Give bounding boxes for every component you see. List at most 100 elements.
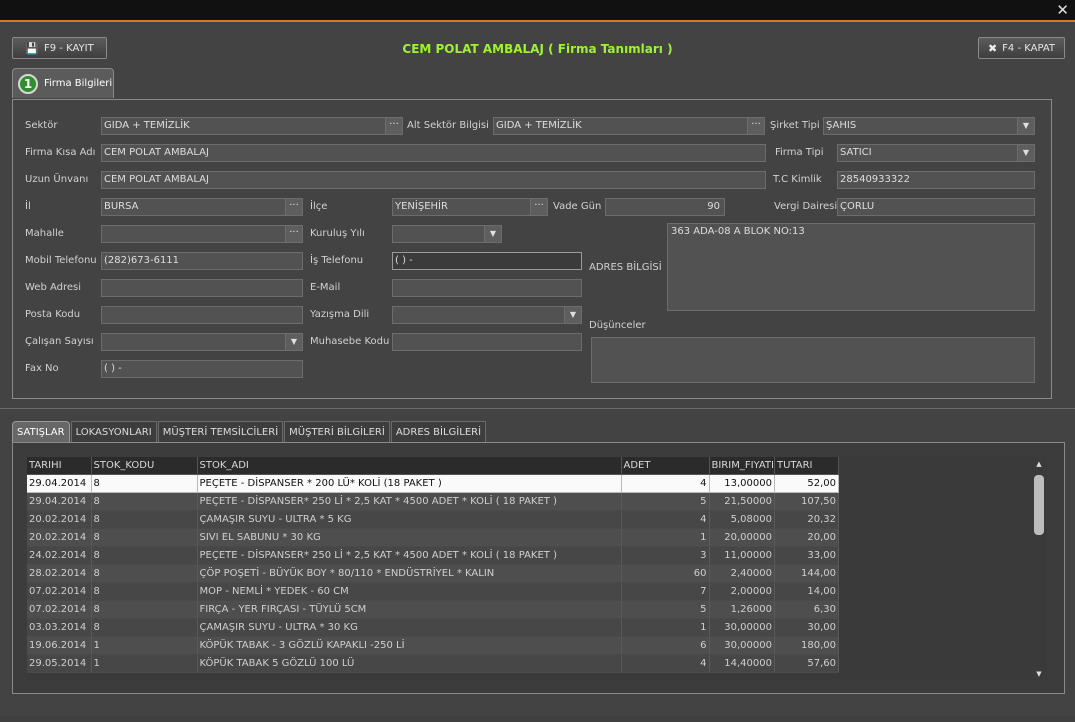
table-cell: 4 <box>621 510 710 529</box>
web-input[interactable] <box>101 279 303 297</box>
chevron-down-icon[interactable]: ▼ <box>564 307 581 323</box>
tab-satislar[interactable]: SATIŞLAR <box>12 421 70 443</box>
chevron-down-icon[interactable]: ▼ <box>1017 118 1034 134</box>
scroll-down-icon[interactable]: ▼ <box>1031 667 1047 681</box>
table-cell: PEÇETE - DİSPANSER* 250 Lİ * 2,5 KAT * 4… <box>197 492 622 511</box>
table-cell: 8 <box>91 564 198 583</box>
kurulus-label: Kuruluş Yılı <box>310 228 365 239</box>
table-row[interactable]: 29.05.2014 1 KÖPÜK TABAK 5 GÖZLÜ 100 LÜ 4 14… <box>27 654 839 673</box>
table-cell: 8 <box>91 546 198 565</box>
table-cell: 57,60 <box>774 654 839 673</box>
il-field[interactable]: BURSA ··· <box>101 198 303 216</box>
muhasebe-input[interactable] <box>392 333 582 351</box>
table-cell: PEÇETE - DİSPANSER * 200 LÜ* KOLİ (18 PA… <box>197 474 622 493</box>
ellipsis-icon[interactable]: ··· <box>385 118 402 134</box>
chevron-down-icon[interactable]: ▼ <box>285 334 302 350</box>
sirket-tipi-select[interactable]: ŞAHIS ▼ <box>823 117 1035 135</box>
table-cell: ÇAMAŞIR SUYU - ULTRA * 5 KG <box>197 510 622 529</box>
column-header[interactable]: STOK_ADI <box>197 457 622 475</box>
calisan-select[interactable]: ▼ <box>101 333 303 351</box>
web-label: Web Adresi <box>25 282 82 293</box>
table-cell: 5,08000 <box>709 510 775 529</box>
adres-memo[interactable]: 363 ADA-08 A BLOK NO:13 <box>667 223 1035 311</box>
table-cell: KÖPÜK TABAK 5 GÖZLÜ 100 LÜ <box>197 654 622 673</box>
table-cell: 20,00 <box>774 528 839 547</box>
sektor-field[interactable]: GIDA + TEMİZLİK ··· <box>101 117 403 135</box>
table-row[interactable]: 20.02.2014 8 SIVI EL SABUNU * 30 KG 1 20,000… <box>27 528 839 547</box>
uzun-unvan-input[interactable]: CEM POLAT AMBALAJ <box>101 171 766 189</box>
table-row[interactable]: 29.04.2014 8 PEÇETE - DİSPANSER* 250 Lİ * … <box>27 492 839 511</box>
tab-musteri-temsilcileri[interactable]: MÜŞTERİ TEMSİLCİLERİ <box>157 421 284 443</box>
yazisma-select[interactable]: ▼ <box>392 306 582 324</box>
ellipsis-icon[interactable]: ··· <box>285 199 302 215</box>
status-bar <box>0 716 1075 722</box>
close-icon[interactable]: ✕ <box>1056 1 1069 19</box>
ilce-field[interactable]: YENİŞEHİR ··· <box>392 198 548 216</box>
table-cell: 13,00000 <box>709 474 775 493</box>
column-header[interactable]: STOK_KODU <box>91 457 198 475</box>
table-body: 29.04.2014 8 PEÇETE - DİSPANSER * 200 LÜ* … <box>27 474 839 673</box>
vertical-scrollbar[interactable]: ▲ ▼ <box>1031 457 1047 681</box>
ellipsis-icon[interactable]: ··· <box>530 199 547 215</box>
table-row[interactable]: 03.03.2014 8 ÇAMAŞIR SUYU - ULTRA * 30 KG 1… <box>27 618 839 637</box>
table-cell: 1,26000 <box>709 600 775 619</box>
column-header[interactable]: ADET <box>621 457 710 475</box>
posta-input[interactable] <box>101 306 303 324</box>
is-tel-label: İş Telefonu <box>310 255 364 266</box>
column-header[interactable]: TUTARI <box>774 457 839 475</box>
table-cell: 33,00 <box>774 546 839 565</box>
table-cell: 8 <box>91 600 198 619</box>
scroll-thumb[interactable] <box>1034 475 1044 535</box>
kurulus-select[interactable]: ▼ <box>392 225 502 243</box>
table-cell: 30,00 <box>774 618 839 637</box>
table-cell: 19.06.2014 <box>27 636 92 655</box>
close-button[interactable]: ✖ F4 - KAPAT <box>978 37 1065 59</box>
dusunce-memo[interactable] <box>591 337 1035 383</box>
table-cell: 3 <box>621 546 710 565</box>
ellipsis-icon[interactable]: ··· <box>285 226 302 242</box>
alt-sektor-field[interactable]: GIDA + TEMİZLİK ··· <box>493 117 765 135</box>
fax-input[interactable]: ( ) - <box>101 360 303 378</box>
table-cell: 21,50000 <box>709 492 775 511</box>
column-header[interactable]: BIRIM_FIYATI <box>709 457 775 475</box>
table-cell: 20.02.2014 <box>27 510 92 529</box>
table-row[interactable]: 28.02.2014 8 ÇÖP POŞETİ - BÜYÜK BOY * 80/1… <box>27 564 839 583</box>
tab-musteri-bilgileri[interactable]: MÜŞTERİ BİLGİLERİ <box>284 421 390 443</box>
chevron-down-icon[interactable]: ▼ <box>484 226 501 242</box>
email-input[interactable] <box>392 279 582 297</box>
mahalle-field[interactable]: ··· <box>101 225 303 243</box>
table-row[interactable]: 24.02.2014 8 PEÇETE - DİSPANSER* 250 Lİ * … <box>27 546 839 565</box>
chevron-down-icon[interactable]: ▼ <box>1017 145 1034 161</box>
tc-input[interactable]: 28540933322 <box>837 171 1035 189</box>
table-row[interactable]: 19.06.2014 1 KÖPÜK TABAK - 3 GÖZLÜ KAPAKLI… <box>27 636 839 655</box>
table-cell: 8 <box>91 474 198 493</box>
table-row[interactable]: 07.02.2014 8 MOP - NEMLİ * YEDEK - 60 CM 7 2… <box>27 582 839 601</box>
il-label: İl <box>25 201 31 212</box>
scroll-up-icon[interactable]: ▲ <box>1031 457 1047 471</box>
uzun-unvan-label: Uzun Ünvanı <box>25 174 89 185</box>
firma-tipi-select[interactable]: SATICI ▼ <box>837 144 1035 162</box>
table-cell: 30,00000 <box>709 636 775 655</box>
tab-adres-bilgileri[interactable]: ADRES BİLGİLERİ <box>390 421 487 443</box>
vergi-input[interactable]: ÇORLU <box>837 198 1035 216</box>
table-row[interactable]: 29.04.2014 8 PEÇETE - DİSPANSER * 200 LÜ* … <box>27 474 839 493</box>
table-cell: ÇAMAŞIR SUYU - ULTRA * 30 KG <box>197 618 622 637</box>
sales-grid[interactable]: TARIHI STOK_KODU STOK_ADI ADET BIRIM_FIY… <box>27 457 1035 681</box>
table-cell: 6,30 <box>774 600 839 619</box>
mobil-input[interactable]: (282)673-6111 <box>101 252 303 270</box>
page-title: CEM POLAT AMBALAJ ( Firma Tanımları ) <box>402 42 673 56</box>
column-header[interactable]: TARIHI <box>27 457 92 475</box>
tab-lokasyonlari[interactable]: LOKASYONLARI <box>70 421 157 443</box>
table-row[interactable]: 07.02.2014 8 FIRÇA - YER FIRÇASI - TÜYLÜ 5… <box>27 600 839 619</box>
firma-kisa-input[interactable]: CEM POLAT AMBALAJ <box>101 144 766 162</box>
ellipsis-icon[interactable]: ··· <box>747 118 764 134</box>
vade-input[interactable]: 90 <box>605 198 725 216</box>
sales-grid-frame: TARIHI STOK_KODU STOK_ADI ADET BIRIM_FIY… <box>12 442 1065 694</box>
is-tel-input[interactable]: ( ) - <box>392 252 582 270</box>
yazisma-label: Yazışma Dili <box>310 309 370 320</box>
posta-label: Posta Kodu <box>25 309 81 320</box>
table-cell: 2,40000 <box>709 564 775 583</box>
table-cell: 29.05.2014 <box>27 654 92 673</box>
table-row[interactable]: 20.02.2014 8 ÇAMAŞIR SUYU - ULTRA * 5 KG 4 5… <box>27 510 839 529</box>
tab-firma-bilgileri[interactable]: 1 Firma Bilgileri <box>12 68 114 98</box>
